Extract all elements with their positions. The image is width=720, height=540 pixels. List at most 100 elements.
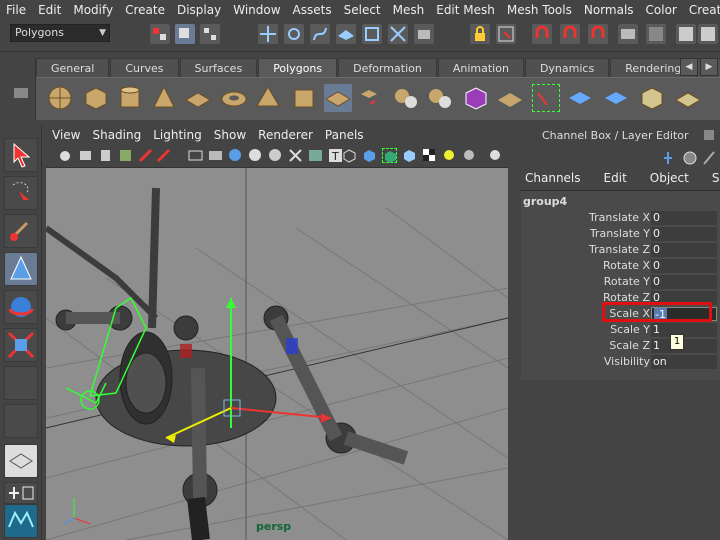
channel-value[interactable]: 1: [651, 323, 717, 337]
shaded-sphere-icon[interactable]: [228, 148, 243, 163]
magnet-point-icon[interactable]: [588, 24, 608, 44]
ambient-occlusion-icon[interactable]: [462, 148, 477, 163]
toggle-panel-icon[interactable]: [676, 24, 696, 44]
shelf-scroll-left-button[interactable]: ◀: [680, 58, 698, 76]
poly-plane-alt-icon[interactable]: [674, 84, 702, 112]
mirror-geometry-icon[interactable]: [462, 84, 490, 112]
poly-sphere-icon[interactable]: [46, 84, 74, 112]
menu-assets[interactable]: Assets: [287, 0, 338, 20]
tab-polygons[interactable]: Polygons: [258, 58, 338, 77]
channel-row-rotate-x[interactable]: Rotate X 0: [521, 258, 720, 274]
channel-box-menu-object[interactable]: Object: [637, 168, 699, 188]
magnet-icon[interactable]: [532, 24, 552, 44]
motion-blur-icon[interactable]: [488, 148, 503, 163]
menu-mesh-tools[interactable]: Mesh Tools: [501, 0, 578, 20]
tab-deformation[interactable]: Deformation: [338, 58, 437, 77]
selection-highlight-icon[interactable]: [382, 148, 397, 163]
menu-window[interactable]: Window: [227, 0, 286, 20]
last-tool-icon[interactable]: [4, 366, 38, 400]
wireframe-icon[interactable]: [188, 148, 203, 163]
menu-mesh[interactable]: Mesh: [387, 0, 431, 20]
menu-modify[interactable]: Modify: [67, 0, 119, 20]
close-panel-icon[interactable]: [704, 130, 714, 140]
snap-view-plane-icon[interactable]: [336, 24, 356, 44]
lasso-tool-icon[interactable]: [4, 176, 38, 210]
smooth-icon[interactable]: [392, 84, 420, 112]
poly-cube-alt-icon[interactable]: [638, 84, 666, 112]
menu-set-dropdown[interactable]: Polygons ▼: [10, 24, 110, 42]
tab-curves[interactable]: Curves: [110, 58, 179, 77]
four-view-layout-icon[interactable]: [4, 482, 38, 504]
viewport-menu-view[interactable]: View: [46, 126, 86, 144]
cube-xray-icon[interactable]: [402, 148, 417, 163]
menu-display[interactable]: Display: [171, 0, 227, 20]
channel-value[interactable]: 0: [651, 243, 717, 257]
channel-box-menu-show[interactable]: Show: [699, 168, 720, 188]
film-gate-icon[interactable]: [156, 148, 171, 163]
camera-select-icon[interactable]: [58, 148, 73, 163]
channel-value[interactable]: 0: [651, 259, 717, 273]
hypershade-icon[interactable]: [646, 24, 666, 44]
hud-text-icon[interactable]: T: [328, 148, 343, 163]
select-hierarchy-icon[interactable]: [150, 24, 170, 44]
separate-icon[interactable]: [358, 84, 386, 112]
magnet-curve-icon[interactable]: [560, 24, 580, 44]
channel-value[interactable]: 1: [651, 339, 717, 353]
combine-icon[interactable]: [324, 84, 352, 112]
channel-box-menu-edit[interactable]: Edit: [591, 168, 637, 188]
toggle-sidebar-icon[interactable]: [698, 24, 718, 44]
menu-select[interactable]: Select: [338, 0, 387, 20]
menu-normals[interactable]: Normals: [578, 0, 640, 20]
channel-row-visibility[interactable]: Visibility on: [521, 354, 720, 370]
make-live-icon[interactable]: [362, 24, 382, 44]
menu-color[interactable]: Color: [640, 0, 683, 20]
shelf-scroll-right-button[interactable]: ▶: [700, 58, 718, 76]
empty-tool-slot[interactable]: [4, 404, 38, 438]
textured-icon[interactable]: [248, 148, 263, 163]
render-settings-icon[interactable]: [618, 24, 638, 44]
smooth-shade-icon[interactable]: [208, 148, 223, 163]
poly-pipe-icon[interactable]: [290, 84, 318, 112]
grease-pencil-icon[interactable]: [138, 148, 153, 163]
channel-value[interactable]: on: [651, 355, 717, 369]
camera-attributes-icon[interactable]: [78, 148, 93, 163]
channel-value[interactable]: 0: [651, 275, 717, 289]
menu-create-uvs[interactable]: Create UVs: [683, 0, 720, 20]
select-object-icon[interactable]: [175, 24, 195, 44]
checker-icon[interactable]: [422, 148, 437, 163]
menu-file[interactable]: File: [0, 0, 32, 20]
menu-create[interactable]: Create: [119, 0, 171, 20]
isolate-select-icon[interactable]: [342, 148, 357, 163]
selected-node-name[interactable]: group4: [523, 195, 567, 208]
move-tool-icon[interactable]: [4, 252, 38, 286]
append-polygon-icon[interactable]: [566, 84, 594, 112]
rotate-tool-icon[interactable]: [4, 290, 38, 324]
menu-edit[interactable]: Edit: [32, 0, 67, 20]
viewport-menu-shading[interactable]: Shading: [86, 126, 147, 144]
tab-animation[interactable]: Animation: [437, 58, 524, 77]
scale-tool-icon[interactable]: [4, 328, 38, 362]
snap-grid-icon[interactable]: [258, 24, 278, 44]
reduce-icon[interactable]: [426, 84, 454, 112]
split-polygon-icon[interactable]: [602, 84, 630, 112]
poly-torus-icon[interactable]: [220, 84, 248, 112]
single-perspective-layout-icon[interactable]: [4, 444, 38, 478]
shelf-menu-icon[interactable]: [14, 88, 28, 98]
image-plane-icon[interactable]: [118, 148, 133, 163]
poly-pyramid-icon[interactable]: [254, 84, 282, 112]
viewport-menu-show[interactable]: Show: [208, 126, 252, 144]
poly-cylinder-icon[interactable]: [116, 84, 144, 112]
select-component-icon[interactable]: [200, 24, 220, 44]
channel-row-translate-y[interactable]: Translate Y 0: [521, 226, 720, 242]
perspective-viewport[interactable]: persp: [46, 168, 508, 540]
render-view-icon[interactable]: [496, 24, 516, 44]
channel-row-scale-y[interactable]: Scale Y 1: [521, 322, 720, 338]
lock-icon[interactable]: [470, 24, 490, 44]
snap-curve-icon[interactable]: [284, 24, 304, 44]
tab-general[interactable]: General: [36, 58, 110, 77]
bookmarks-icon[interactable]: [98, 148, 113, 163]
channel-row-translate-x[interactable]: Translate X 0: [521, 210, 720, 226]
default-light-icon[interactable]: [442, 148, 457, 163]
channel-row-rotate-y[interactable]: Rotate Y 0: [521, 274, 720, 290]
extrude-icon[interactable]: [496, 84, 524, 112]
